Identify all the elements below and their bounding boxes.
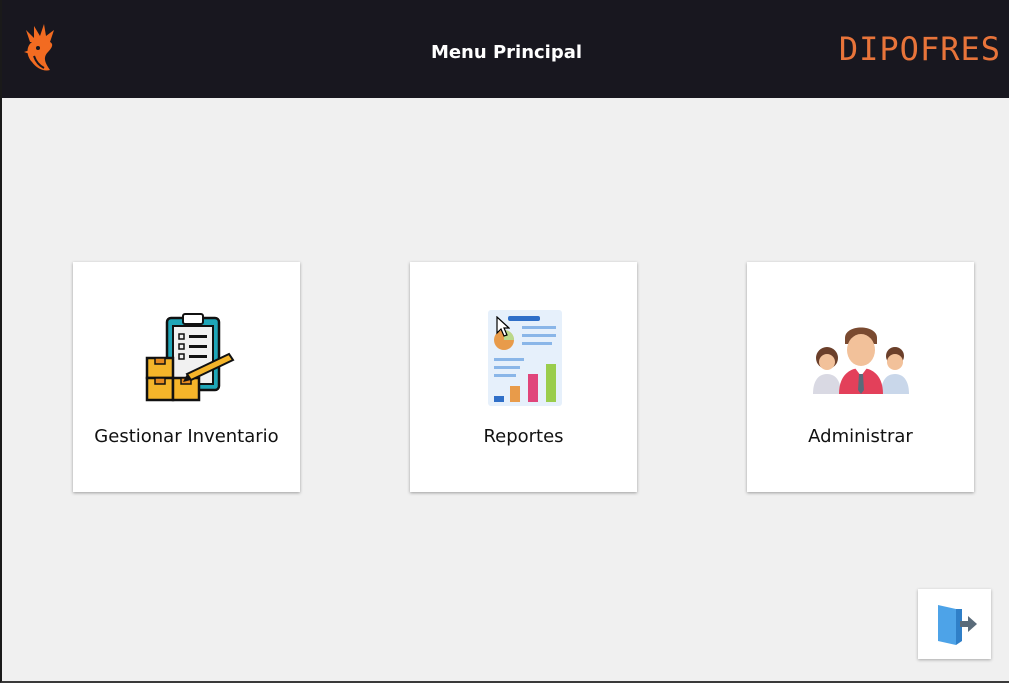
header-bar: Menu Principal DIPOFRES xyxy=(2,0,1009,98)
inventory-card[interactable]: Gestionar Inventario xyxy=(73,262,300,492)
card-label: Administrar xyxy=(808,426,913,447)
mouse-cursor-icon xyxy=(496,316,510,337)
users-group-icon xyxy=(812,327,909,394)
reports-card[interactable]: Reportes xyxy=(410,262,637,492)
card-label: Reportes xyxy=(483,426,564,447)
app-window: Menu Principal DIPOFRES Gestionar Invent… xyxy=(0,0,1009,683)
inventory-clipboard-icon xyxy=(145,313,234,402)
card-label: Gestionar Inventario xyxy=(94,426,279,447)
exit-door-icon xyxy=(938,605,977,645)
admin-card[interactable]: Administrar xyxy=(747,262,974,492)
exit-button[interactable] xyxy=(918,589,991,659)
brand-logo-text: DIPOFRES xyxy=(838,30,1001,68)
report-chart-icon xyxy=(487,310,562,406)
